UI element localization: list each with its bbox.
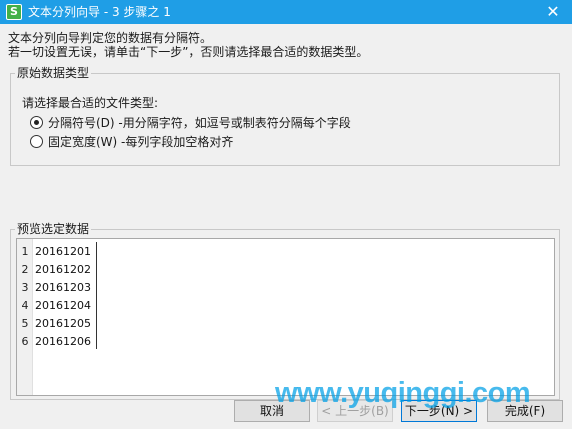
column-divider — [96, 242, 97, 349]
intro-text-line1: 文本分列向导判定您的数据有分隔符。 — [8, 31, 213, 45]
file-type-prompt: 请选择最合适的文件类型: — [22, 96, 159, 110]
row-value: 20161203 — [35, 280, 91, 294]
fixed-width-option[interactable]: 固定宽度(W) -每列字段加空格对齐 — [30, 133, 233, 149]
row-number: 3 — [21, 280, 29, 294]
next-button[interactable]: 下一步(N) > — [401, 400, 477, 422]
delimited-radio[interactable] — [30, 115, 43, 129]
delimited-option[interactable]: 分隔符号(D) -用分隔字符，如逗号或制表符分隔每个字段 — [30, 114, 351, 130]
row-number: 6 — [21, 334, 29, 348]
wps-spreadsheet-icon: S — [6, 4, 22, 20]
row-value: 20161201 — [35, 244, 91, 258]
finish-button[interactable]: 完成(F) — [487, 400, 563, 422]
cancel-button[interactable]: 取消 — [234, 400, 310, 422]
row-value: 20161205 — [35, 316, 91, 330]
preview-row: 1 20161201 — [17, 242, 92, 260]
back-button[interactable]: < 上一步(B) — [317, 400, 393, 422]
data-preview-area[interactable]: 1 20161201 2 20161202 3 20161203 4 20161… — [16, 238, 555, 396]
window-title: 文本分列向导 - 3 步骤之 1 — [28, 5, 171, 19]
preview-row: 5 20161205 — [17, 314, 92, 332]
row-value: 20161202 — [35, 262, 91, 276]
preview-legend: 预览选定数据 — [17, 222, 90, 236]
row-number: 1 — [21, 244, 29, 258]
title-bar: S 文本分列向导 - 3 步骤之 1 ✕ — [0, 0, 572, 24]
preview-row: 6 20161206 — [17, 332, 92, 350]
row-value: 20161206 — [35, 334, 91, 348]
original-data-type-legend: 原始数据类型 — [17, 66, 90, 80]
fixed-width-label: 固定宽度(W) -每列字段加空格对齐 — [48, 134, 234, 149]
row-number: 4 — [21, 298, 29, 312]
preview-row: 2 20161202 — [17, 260, 92, 278]
delimited-label: 分隔符号(D) -用分隔字符，如逗号或制表符分隔每个字段 — [48, 115, 351, 130]
fixed-width-radio[interactable] — [30, 134, 43, 148]
row-number: 5 — [21, 316, 29, 330]
preview-row: 4 20161204 — [17, 296, 92, 314]
row-number: 2 — [21, 262, 29, 276]
preview-row: 3 20161203 — [17, 278, 92, 296]
row-value: 20161204 — [35, 298, 91, 312]
close-icon[interactable]: ✕ — [544, 2, 562, 22]
intro-text-line2: 若一切设置无误，请单击“下一步”，否则请选择最合适的数据类型。 — [8, 45, 369, 59]
